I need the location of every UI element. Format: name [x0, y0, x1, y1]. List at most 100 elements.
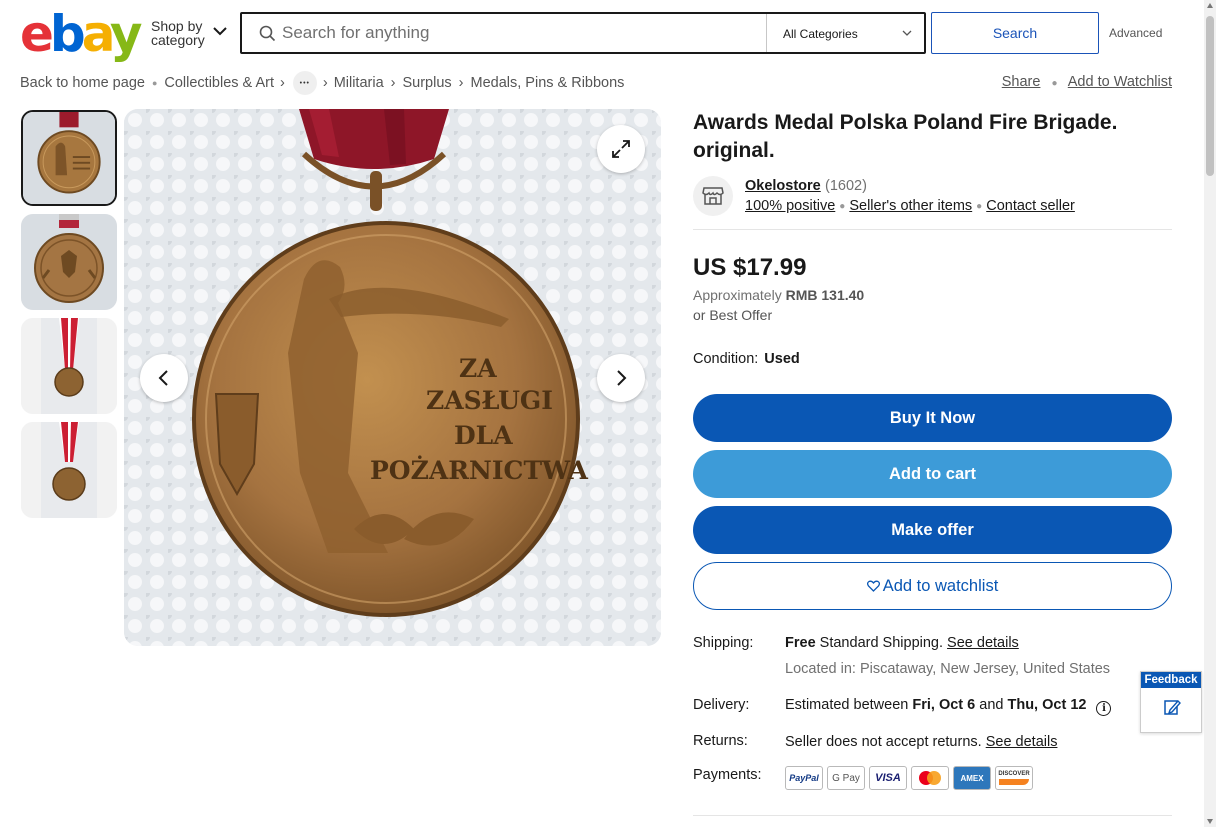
breadcrumb-back-home[interactable]: Back to home page [20, 75, 145, 91]
separator-dot: ● [839, 200, 846, 212]
breadcrumb-surplus[interactable]: Surplus [402, 75, 451, 91]
search-button[interactable]: Search [931, 12, 1099, 54]
condition-value: Used [764, 351, 800, 367]
logo-a: a [81, 5, 114, 63]
heart-icon [866, 580, 880, 592]
logo-b: b [49, 5, 86, 63]
breadcrumb-collectibles[interactable]: Collectibles & Art [164, 75, 274, 91]
share-link[interactable]: Share [1002, 74, 1041, 90]
separator-dot: ● [976, 200, 983, 212]
category-select[interactable]: All Categories [766, 14, 926, 52]
add-to-watchlist-link[interactable]: Add to Watchlist [1068, 74, 1172, 90]
seller-feedback-count: (1602) [825, 178, 867, 194]
shop-by-line2: category [151, 32, 205, 48]
shipping-value: Free Standard Shipping. See details [785, 635, 1019, 651]
divider [693, 229, 1172, 230]
paypal-label: PayPal [789, 773, 819, 783]
thumbnail-4[interactable] [21, 422, 117, 518]
divider [693, 815, 1172, 816]
search-bar: All Categories [240, 12, 926, 54]
seller-links: 100% positive ● Seller's other items ● C… [745, 198, 1075, 214]
positive-feedback-link[interactable]: 100% positive [745, 198, 835, 214]
feedback-button[interactable]: Feedback [1140, 671, 1202, 733]
add-to-cart-button[interactable]: Add to cart [693, 450, 1172, 498]
chevron-right-icon: › [322, 75, 328, 91]
thumbnail-2[interactable] [21, 214, 117, 310]
breadcrumb: Back to home page ● Collectibles & Art ›… [20, 71, 625, 95]
scroll-down-arrow[interactable] [1207, 819, 1213, 824]
medal-thumbnail-image [21, 422, 117, 518]
expand-image-button[interactable] [597, 125, 645, 173]
payments-label: Payments: [693, 767, 762, 783]
delivery-value: Estimated between Fri, Oct 6 and Thu, Oc… [785, 697, 1112, 716]
google-pay-label: G Pay [832, 772, 860, 784]
logo-y: y [109, 5, 143, 63]
add-to-watchlist-button[interactable]: Add to watchlist [693, 562, 1172, 610]
shop-by-category-button[interactable]: Shop by category [151, 19, 205, 47]
discover-icon: DISCOVER [995, 766, 1033, 790]
advanced-search-link[interactable]: Advanced [1109, 26, 1162, 40]
mastercard-icon [911, 766, 949, 790]
main-product-image[interactable]: ZA ZASŁUGI DLA POŻARNICTWA [124, 109, 661, 646]
paypal-icon: PayPal [785, 766, 823, 790]
shipping-label: Shipping: [693, 635, 754, 651]
make-offer-button[interactable]: Make offer [693, 506, 1172, 554]
previous-image-button[interactable] [140, 354, 188, 402]
sellers-other-items-link[interactable]: Seller's other items [849, 198, 972, 214]
thumbnail-1[interactable] [21, 110, 117, 206]
scrollbar-thumb[interactable] [1206, 16, 1214, 176]
share-links: Share ● Add to Watchlist [1002, 74, 1172, 90]
item-location: Located in: Piscataway, New Jersey, Unit… [785, 661, 1111, 677]
expand-icon [612, 140, 630, 158]
page-scrollbar[interactable] [1204, 0, 1216, 827]
breadcrumb-medals[interactable]: Medals, Pins & Ribbons [471, 75, 625, 91]
shipping-text: Standard Shipping. [819, 635, 944, 651]
payment-methods: PayPal G Pay VISA AMEX DISCOVER [785, 766, 1033, 790]
next-image-button[interactable] [597, 354, 645, 402]
shop-by-line1: Shop by [151, 18, 203, 34]
visa-label: VISA [875, 772, 901, 784]
chevron-right-icon: › [280, 75, 285, 91]
medal-thumbnail-image [21, 318, 117, 414]
seller-name-link[interactable]: Okelostore [745, 178, 821, 194]
returns-label: Returns: [693, 733, 748, 749]
shipping-see-details-link[interactable]: See details [947, 635, 1019, 651]
more-icon[interactable]: ••• [292, 71, 317, 95]
approx-value: RMB 131.40 [785, 287, 865, 303]
chevron-right-icon: › [458, 75, 464, 91]
chevron-right-icon [617, 370, 627, 386]
condition-label: Condition: [693, 351, 759, 367]
medal-text-line4: POŻARNICTWA [370, 456, 589, 485]
breadcrumb-militaria[interactable]: Militaria [334, 75, 384, 91]
visa-icon: VISA [869, 766, 907, 790]
chevron-right-icon: › [390, 75, 396, 91]
separator-dot: ● [1051, 78, 1058, 89]
approx-price: Approximately RMB 131.40 [693, 287, 864, 303]
feedback-label: Feedback [1141, 672, 1201, 688]
edit-note-icon [1164, 699, 1181, 715]
ebay-logo[interactable]: ebay [20, 5, 143, 63]
contact-seller-link[interactable]: Contact seller [986, 198, 1075, 214]
best-offer-text: or Best Offer [693, 307, 773, 323]
medal-text-line3: DLA [454, 421, 513, 450]
info-icon[interactable]: i [1096, 701, 1112, 716]
store-icon [693, 176, 733, 216]
buy-it-now-button[interactable]: Buy It Now [693, 394, 1172, 442]
item-price: US $17.99 [693, 254, 807, 281]
thumbnail-3[interactable] [21, 318, 117, 414]
chevron-down-icon[interactable] [212, 26, 228, 36]
discover-stripe [999, 779, 1029, 785]
logo-e: e [20, 5, 54, 63]
scroll-up-arrow[interactable] [1207, 3, 1213, 8]
returns-value: Seller does not accept returns. See deta… [785, 734, 1057, 750]
medal-image: ZA ZASŁUGI DLA POŻARNICTWA [124, 109, 661, 646]
breadcrumb-separator: ● [151, 78, 158, 88]
add-to-watchlist-label: Add to watchlist [882, 576, 999, 595]
approx-label: Approximately [693, 287, 782, 303]
medal-thumbnail-image [23, 112, 115, 204]
search-input[interactable] [282, 21, 762, 45]
returns-see-details-link[interactable]: See details [986, 734, 1058, 750]
delivery-end: Thu, Oct 12 [1007, 697, 1087, 713]
amex-label: AMEX [960, 773, 984, 783]
search-icon [259, 25, 276, 42]
